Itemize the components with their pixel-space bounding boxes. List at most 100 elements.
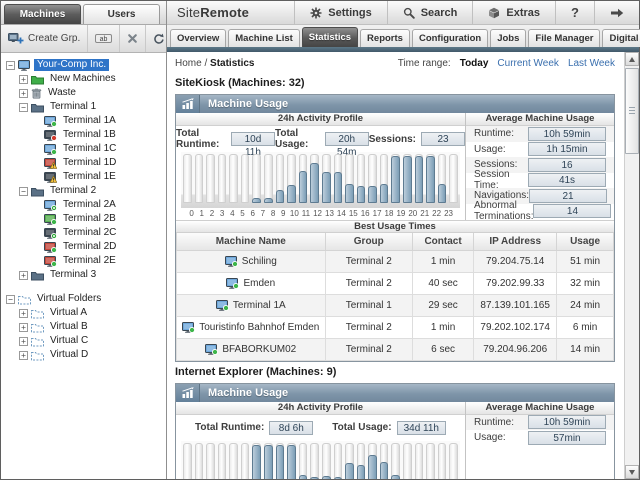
tree-item-terminal-2a[interactable]: Terminal 2A [3,198,166,212]
tree-item-label: Terminal 1E [60,171,119,183]
time-range-last-week[interactable]: Last Week [568,58,615,69]
machine-name-cell: BFABORKUM02 [177,338,326,360]
scrollbar-thumb[interactable] [625,68,639,154]
expand-plus-icon[interactable]: + [19,89,28,98]
time-range-current-week[interactable]: Current Week [497,58,559,69]
machine-name: BFABORKUM02 [222,344,296,355]
tree-item-waste[interactable]: +Waste [3,86,166,100]
tree-item-label: Terminal 1D [60,157,119,169]
tree-item-virtual-c[interactable]: +Virtual C [3,334,166,348]
total-total-runtime: Total Runtime:10d 11h [176,128,275,150]
machine-link[interactable]: Terminal 1A [177,300,325,311]
time-range-label: Time range: [398,58,451,69]
activity-bar-fill [357,186,366,203]
vertical-scrollbar[interactable] [624,52,639,479]
activity-bar-fill [345,463,354,479]
tab-overview[interactable]: Overview [170,29,226,47]
tree-item-label: Terminal 1 [47,101,99,113]
header-button-extras[interactable]: Extras [472,1,555,24]
column-header-machine-name[interactable]: Machine Name [177,233,326,250]
sidebar-tab-machines[interactable]: Machines [4,4,81,24]
table-row: SchilingTerminal 21 min79.204.75.1451 mi… [177,250,614,272]
monitor-icon [44,172,57,183]
sidebar-tab-users[interactable]: Users [83,4,160,24]
tab-file-manager[interactable]: File Manager [528,29,600,47]
tab-digital-signage-sitecaster[interactable]: Digital Signage - SiteCaster [602,29,640,47]
time-range-today[interactable]: Today [460,58,489,69]
machine-link[interactable]: Touristinfo Bahnhof Emden [177,322,325,333]
column-header-usage[interactable]: Usage [557,233,614,250]
create-group-button[interactable]: Create Grp. [1,25,88,52]
tree-item-terminal-1[interactable]: − Terminal 1 [3,100,166,114]
header-button-label: Search [421,7,458,19]
best-usage-header: Best Usage Times [176,220,614,233]
tree-item-terminal-2b[interactable]: Terminal 2B [3,212,166,226]
header-button-[interactable]: ? [555,1,594,24]
breadcrumb-home-link[interactable]: Home [175,58,202,69]
tab-statistics[interactable]: Statistics [302,27,358,47]
activity-bar [391,443,400,480]
tree-item-terminal-1e[interactable]: Terminal 1E [3,170,166,184]
machine-link[interactable]: Schiling [177,256,325,267]
tree-item-terminal-1c[interactable]: Terminal 1C [3,142,166,156]
activity-bar-fill [415,156,424,203]
sidebar-tab-bar: MachinesUsers [1,1,166,25]
tree-item-virtual-folders[interactable]: −Virtual Folders [3,292,166,306]
activity-bar-fill [426,156,435,203]
column-header-group[interactable]: Group [325,233,412,250]
expand-plus-icon[interactable]: + [19,323,28,332]
header-button-settings[interactable]: Settings [294,1,386,24]
activity-bar [310,443,319,480]
tab-jobs[interactable]: Jobs [490,29,526,47]
delete-button[interactable] [120,25,146,52]
machine-link[interactable]: BFABORKUM02 [177,344,325,355]
activity-bar-fill [368,455,377,479]
tree-item-your-comp-inc[interactable]: −Your-Comp Inc. [3,58,166,72]
expand-plus-icon[interactable]: + [19,75,28,84]
expand-plus-icon[interactable]: + [19,309,28,318]
tree-item-terminal-2c[interactable]: Terminal 2C [3,226,166,240]
tree-item-terminal-1a[interactable]: Terminal 1A [3,114,166,128]
tree-item-new-machines[interactable]: +New Machines [3,72,166,86]
folder-icon [31,186,44,197]
tree-item-terminal-2e[interactable]: Terminal 2E [3,254,166,268]
gear-icon [310,7,322,19]
collapse-minus-icon[interactable]: − [19,103,28,112]
axis-label: 1 [198,209,205,218]
header-button-search[interactable]: Search [387,1,473,24]
total-total-usage: Total Usage:20h 54m [275,128,369,150]
activity-totals: Total Runtime:10d 11hTotal Usage:20h 54m… [176,126,465,152]
column-header-contact[interactable]: Contact [412,233,473,250]
rename-icon: ab [95,33,112,44]
scroll-up-button[interactable] [625,52,639,66]
tree-item-terminal-2d[interactable]: Terminal 2D [3,240,166,254]
header-button-forward[interactable] [594,1,639,24]
collapse-minus-icon[interactable]: − [6,295,15,304]
rename-button[interactable]: ab [88,25,120,52]
usage-cell: 51 min [557,250,614,272]
scroll-down-button[interactable] [625,465,639,479]
expand-plus-icon[interactable]: + [19,271,28,280]
table-row: Touristinfo Bahnhof EmdenTerminal 21 min… [177,316,614,338]
tab-machine-list[interactable]: Machine List [228,29,300,47]
machine-link[interactable]: Emden [177,278,325,289]
tree-item-terminal-1d[interactable]: Terminal 1D [3,156,166,170]
activity-bar-fill [264,198,273,203]
expand-plus-icon[interactable]: + [19,351,28,360]
machine-name-cell: Terminal 1A [177,294,326,316]
tree-item-virtual-a[interactable]: +Virtual A [3,306,166,320]
cube-icon [488,7,500,19]
tree-item-virtual-b[interactable]: +Virtual B [3,320,166,334]
tree-item-terminal-1b[interactable]: Terminal 1B [3,128,166,142]
column-header-ip-address[interactable]: IP Address [474,233,557,250]
tab-reports[interactable]: Reports [360,29,410,47]
tree-item-terminal-2[interactable]: −Terminal 2 [3,184,166,198]
tree-item-terminal-3[interactable]: +Terminal 3 [3,268,166,282]
sidebar: MachinesUsers Create Grp. ab −Your-Comp … [1,1,167,479]
tree-item-virtual-d[interactable]: +Virtual D [3,348,166,362]
collapse-minus-icon[interactable]: − [6,61,15,70]
collapse-minus-icon[interactable]: − [19,187,28,196]
tab-configuration[interactable]: Configuration [412,29,488,47]
expand-plus-icon[interactable]: + [19,337,28,346]
average-label: Usage: [474,144,506,155]
